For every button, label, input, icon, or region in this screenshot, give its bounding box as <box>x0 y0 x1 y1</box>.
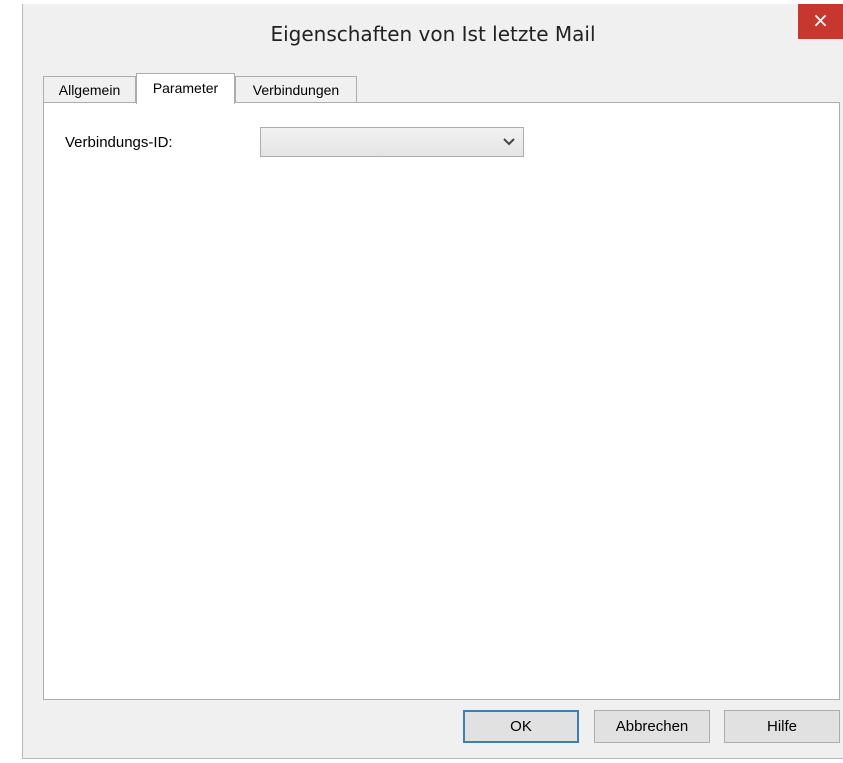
connection-id-select[interactable] <box>260 127 524 157</box>
cancel-button[interactable]: Abbrechen <box>594 710 710 743</box>
properties-dialog: Eigenschaften von Ist letzte Mail × Allg… <box>22 4 843 759</box>
close-button[interactable]: × <box>798 4 843 39</box>
tab-allgemein[interactable]: Allgemein <box>43 76 136 103</box>
dialog-title: Eigenschaften von Ist letzte Mail <box>270 22 596 46</box>
tab-panel-parameter: Verbindungs-ID: <box>43 102 840 700</box>
close-icon: × <box>812 8 829 32</box>
title-bar: Eigenschaften von Ist letzte Mail × <box>23 4 843 64</box>
help-button[interactable]: Hilfe <box>724 710 840 743</box>
connection-id-label: Verbindungs-ID: <box>65 134 173 151</box>
tab-verbindungen[interactable]: Verbindungen <box>235 76 357 103</box>
tab-parameter[interactable]: Parameter <box>136 73 235 104</box>
ok-button[interactable]: OK <box>463 710 579 743</box>
chevron-down-icon <box>503 138 515 146</box>
